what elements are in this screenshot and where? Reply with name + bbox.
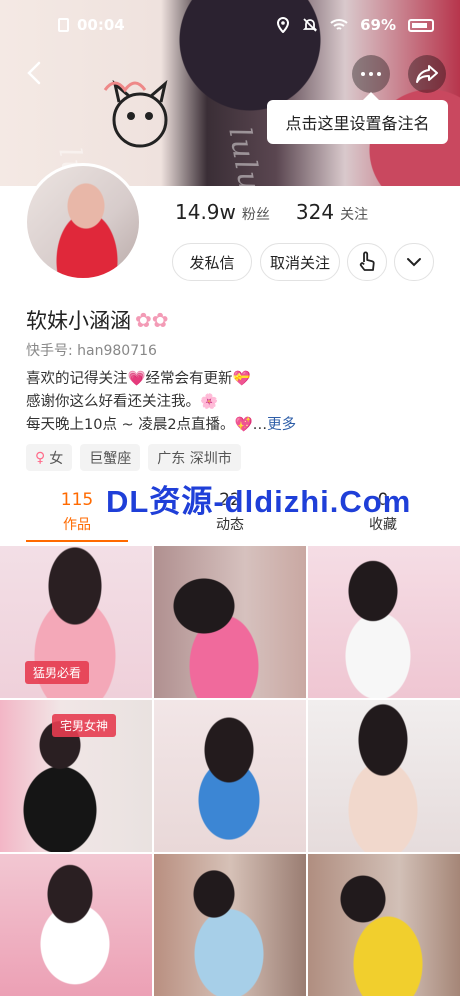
profile-tags: ♀ 女 巨蟹座 广东 深圳市 [26,444,241,471]
active-tab-indicator [26,540,128,542]
set-remark-tooltip[interactable]: 点击这里设置备注名 [267,92,448,144]
watermark-overlay: DL资源-dldizhi.Com [106,484,412,519]
share-arrow-icon [416,65,438,83]
avatar[interactable] [24,163,142,281]
back-button[interactable] [20,58,50,88]
following-label[interactable]: 关注 [340,204,368,224]
female-icon: ♀ [35,449,46,466]
fans-count[interactable]: 14.9w [175,200,236,224]
bio-line: 感谢你这么好看还关注我。🌸 [26,394,219,410]
wifi-icon [330,19,348,30]
chevron-left-icon [27,61,41,85]
bio-line: 喜欢的记得关注💗经常会有更新💝 [26,371,251,387]
gesture-button[interactable] [347,243,387,281]
mute-icon [302,18,318,32]
status-bar: 00:04 69% [0,0,460,50]
post-badge: 猛男必看 [25,661,90,684]
nickname: 软妹小涵涵 ✿✿ [26,305,169,335]
location-tag: 广东 深圳市 [148,444,241,471]
post-badge: 宅男女神 [52,714,117,737]
kwai-id: 快手号: han980716 [26,343,157,359]
more-options-button[interactable] [352,55,390,93]
share-button[interactable] [408,55,446,93]
bio-line: 每天晚上10点 ~ 凌晨2点直播。💖…更多 [26,417,297,433]
battery-percent: 69% [360,16,396,34]
send-message-button[interactable]: 发私信 [172,243,252,281]
post-thumbnail[interactable] [308,700,460,852]
chevron-down-icon [407,258,421,267]
post-thumbnail[interactable]: 猛男必看 [0,546,152,698]
fans-label[interactable]: 粉丝 [242,204,270,224]
expand-button[interactable] [394,243,434,281]
post-thumbnail[interactable]: 宅男女神 [0,700,152,852]
flower-icon: ✿✿ [135,308,169,332]
unfollow-button[interactable]: 取消关注 [260,243,340,281]
post-thumbnail[interactable] [308,854,460,996]
bio-more-link[interactable]: 更多 [267,417,296,433]
location-icon [277,17,290,33]
bio: 喜欢的记得关注💗经常会有更新💝 感谢你这么好看还关注我。🌸 每天晚上10点 ~ … [26,368,296,437]
status-time: 00:04 [77,16,125,34]
cat-doodle-decoration [103,79,168,148]
works-grid: 猛男必看 宅男女神 [0,546,460,996]
post-thumbnail[interactable] [154,546,306,698]
gender-tag: ♀ 女 [26,444,73,471]
nickname-text: 软妹小涵涵 [26,309,131,333]
more-dots-icon [361,72,381,76]
post-thumbnail[interactable] [0,854,152,996]
battery-icon [408,18,434,32]
profile-stats: 14.9w 粉丝 324 关注 [175,200,368,224]
post-thumbnail[interactable] [308,546,460,698]
post-thumbnail[interactable] [154,700,306,852]
following-count[interactable]: 324 [296,200,334,224]
sim-icon [58,18,69,32]
constellation-tag: 巨蟹座 [80,444,141,471]
post-thumbnail[interactable] [154,854,306,996]
hand-pointer-icon [359,251,375,271]
